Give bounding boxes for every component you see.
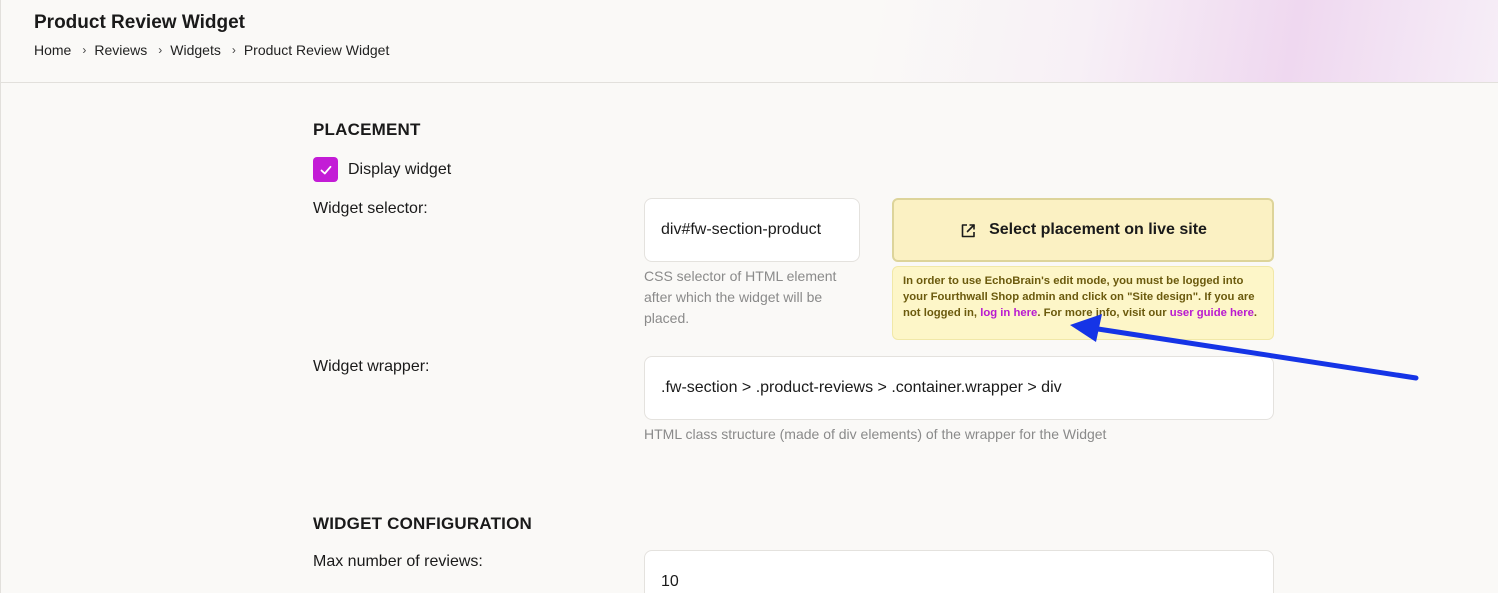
breadcrumb: Home › Reviews › Widgets › Product Revie… [34,42,389,58]
external-link-icon [961,224,975,238]
widget-wrapper-helper: HTML class structure (made of div elemen… [644,426,1107,442]
max-reviews-label: Max number of reviews: [313,553,483,570]
display-widget-checkbox[interactable] [313,157,338,182]
widget-selector-helper: CSS selector of HTML element after which… [644,268,837,326]
notice-text: . [1253,307,1258,319]
breadcrumb-separator: › [158,43,163,57]
page-header: Product Review Widget Home › Reviews › W… [0,0,1498,83]
max-reviews-input[interactable]: 10 [644,550,1274,593]
login-link[interactable]: log in here [980,307,1037,319]
display-widget-label: Display widget [348,160,452,178]
left-border [0,83,1,593]
select-placement-label: Select placement on live site [989,221,1207,238]
breadcrumb-separator: › [82,43,87,57]
breadcrumb-widgets[interactable]: Widgets [170,42,221,58]
breadcrumb-separator: › [231,43,236,57]
notice-text: . For more info, visit our [1037,307,1170,319]
user-guide-link[interactable]: user guide here [1170,307,1254,319]
check-icon [320,165,331,174]
page: Product Review Widget Home › Reviews › W… [0,0,1498,593]
breadcrumb-home[interactable]: Home [34,42,71,58]
widget-selector-input[interactable]: div#fw-section-product [644,198,860,262]
display-widget-row: Display widget [313,157,451,182]
widget-selector-label: Widget selector: [313,200,428,217]
placement-section-title: PLACEMENT [313,120,421,139]
widget-wrapper-input[interactable]: .fw-section > .product-reviews > .contai… [644,356,1274,420]
edit-mode-notice: In order to use EchoBrain's edit mode, y… [892,266,1274,340]
configuration-section-title: WIDGET CONFIGURATION [313,514,532,533]
breadcrumb-current: Product Review Widget [243,42,390,58]
breadcrumb-reviews[interactable]: Reviews [94,42,147,58]
page-title: Product Review Widget [34,12,245,33]
widget-wrapper-label: Widget wrapper: [313,358,430,375]
select-placement-button[interactable]: Select placement on live site [892,198,1274,262]
